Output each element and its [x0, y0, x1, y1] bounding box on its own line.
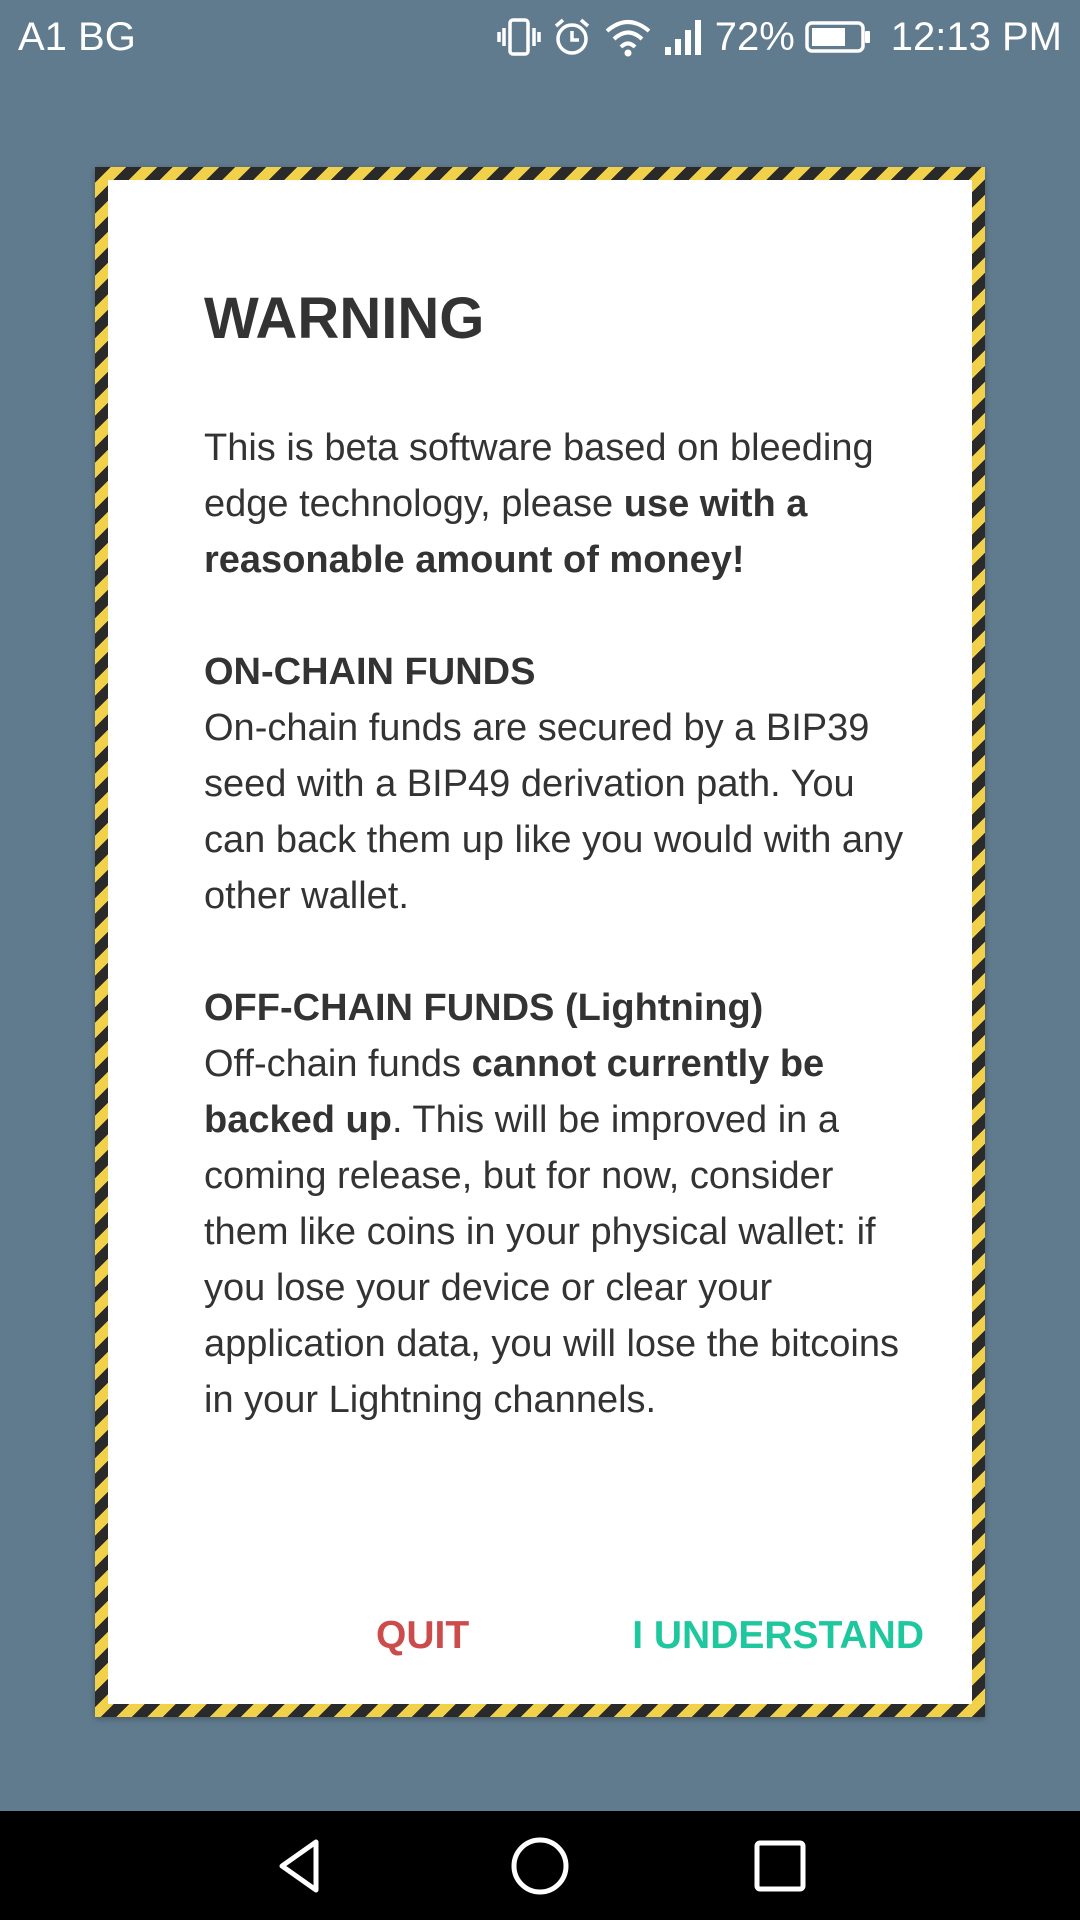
offchain-text-2: . This will be improved in a coming rele… — [204, 1099, 899, 1421]
navigation-bar — [0, 1811, 1080, 1920]
dialog-body[interactable]: This is beta software based on bleeding … — [204, 420, 904, 1518]
onchain-section: ON-CHAIN FUNDS On-chain funds are secured… — [204, 644, 904, 924]
status-icons: 72% 12:13 PM — [496, 14, 1062, 60]
alarm-icon — [551, 16, 593, 58]
signal-icon — [663, 17, 705, 57]
offchain-text-1: Off-chain funds — [204, 1043, 472, 1085]
clock: 12:13 PM — [890, 15, 1062, 59]
battery-fill — [811, 28, 845, 46]
back-icon[interactable] — [268, 1833, 334, 1899]
status-bar: A1 BG 72% 12:13 PM — [0, 0, 1080, 75]
wifi-icon — [603, 17, 653, 57]
vibrate-icon — [496, 17, 541, 57]
intro-paragraph: This is beta software based on bleeding … — [204, 420, 904, 588]
dialog-content: WARNING This is beta software based on b… — [108, 180, 972, 1704]
quit-button[interactable]: QUIT — [376, 1606, 469, 1666]
home-icon[interactable] — [507, 1833, 573, 1899]
dialog-actions: QUIT I UNDERSTAND — [108, 1606, 972, 1666]
offchain-section: OFF-CHAIN FUNDS (Lightning) Off-chain fun… — [204, 980, 904, 1428]
carrier-name: A1 BG — [18, 15, 136, 59]
offchain-title: OFF-CHAIN FUNDS (Lightning) — [204, 987, 764, 1029]
onchain-text: On-chain funds are secured by a BIP39 se… — [204, 707, 904, 917]
battery-icon — [805, 20, 871, 54]
warning-dialog: WARNING This is beta software based on b… — [95, 167, 985, 1717]
dialog-title: WARNING — [204, 286, 485, 351]
battery-percent: 72% — [714, 15, 795, 59]
onchain-title: ON-CHAIN FUNDS — [204, 651, 536, 693]
understand-button[interactable]: I UNDERSTAND — [632, 1606, 924, 1666]
recents-icon[interactable] — [747, 1833, 813, 1899]
